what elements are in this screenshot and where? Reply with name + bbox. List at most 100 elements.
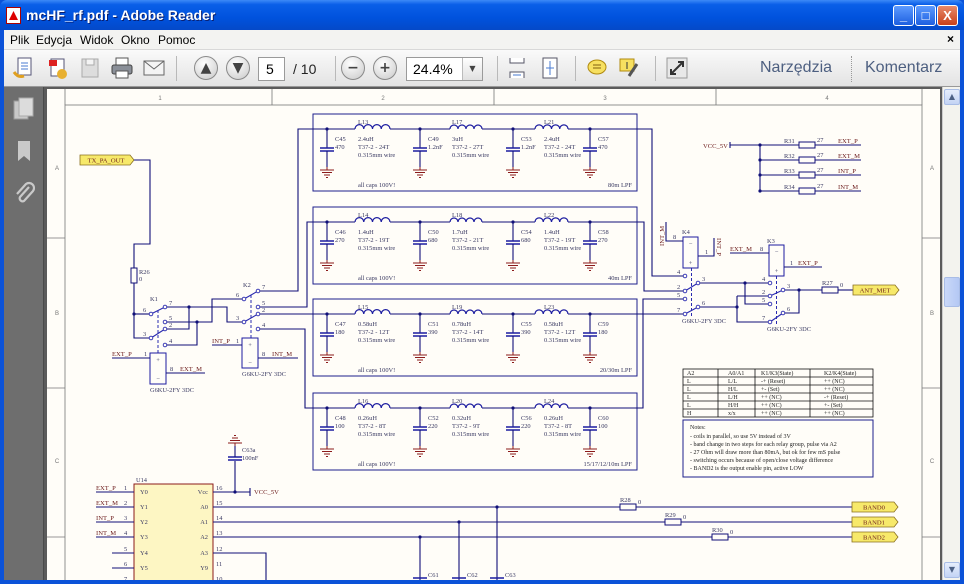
capacitor-value: 100 xyxy=(598,423,608,430)
label: 27 xyxy=(817,183,824,190)
menu-pomoc[interactable]: Pomoc xyxy=(158,33,195,47)
chevron-down-icon[interactable]: ▼ xyxy=(462,58,482,80)
filter-note: all caps 100V! xyxy=(358,182,395,189)
label: 100nF xyxy=(242,455,259,462)
comment-pane-button[interactable]: Komentarz xyxy=(865,59,942,77)
ground-symbol xyxy=(413,446,427,457)
label: 3 xyxy=(124,515,127,522)
ground-symbol xyxy=(506,167,520,178)
capacitor xyxy=(506,426,520,431)
pin-number: 4 xyxy=(169,338,173,345)
scroll-down-icon[interactable]: ▼ xyxy=(944,562,960,578)
capacitor xyxy=(228,456,242,461)
menu-plik[interactable]: Plik xyxy=(10,33,29,47)
label: 0 xyxy=(139,276,142,283)
comment-icon[interactable] xyxy=(585,56,609,80)
zoom-value: 24.4% xyxy=(413,61,453,77)
label: 6 xyxy=(124,561,127,568)
label: EXT_P xyxy=(798,260,818,267)
relay-k3 xyxy=(767,244,786,326)
window-title: mcHF_rf.pdf - Adobe Reader xyxy=(26,7,216,23)
capacitor-ref: C48 xyxy=(335,415,346,422)
create-pdf-icon[interactable] xyxy=(12,56,36,80)
zoom-out-icon[interactable]: − xyxy=(341,56,365,80)
save-icon[interactable] xyxy=(78,56,102,80)
page-up-icon[interactable]: ▲ xyxy=(194,56,218,80)
notes-title: Notes: xyxy=(690,425,706,431)
inductor-core: T37-2 - 21T xyxy=(452,237,483,244)
wire xyxy=(133,159,151,268)
table-cell: +- (Set) xyxy=(761,386,780,393)
scroll-up-icon[interactable]: ▲ xyxy=(944,89,960,105)
separator xyxy=(851,56,852,82)
page-number-input[interactable]: 5 xyxy=(258,57,285,81)
fullscreen-icon[interactable] xyxy=(665,56,689,80)
pin-number: 4 xyxy=(762,276,766,283)
email-icon[interactable] xyxy=(142,56,166,80)
highlight-icon[interactable] xyxy=(617,56,641,80)
inductor-core: T37-2 - 12T xyxy=(358,329,389,336)
maximize-button[interactable]: □ xyxy=(915,5,936,26)
close-document-button[interactable]: × xyxy=(947,32,954,46)
pin-name: A1 xyxy=(200,519,208,526)
zone-letter: C xyxy=(930,459,935,465)
inductor-value: 1.4uH xyxy=(544,229,560,236)
pages-icon[interactable] xyxy=(13,97,35,121)
inductor-core: T37-2 - 9T xyxy=(452,423,480,430)
scroll-mode-icon[interactable] xyxy=(505,56,529,80)
pin-number: 8 xyxy=(673,234,676,241)
pin-number: 5 xyxy=(169,315,172,322)
separator xyxy=(655,56,656,81)
table-cell: H xyxy=(687,411,692,417)
capacitor xyxy=(583,147,597,152)
table-header: A0/A1 xyxy=(728,371,744,377)
table-cell: H/H xyxy=(728,403,739,409)
inductor-core: T37-2 - 24T xyxy=(544,144,575,151)
capacitor-ref: C51 xyxy=(428,321,439,328)
minimize-button[interactable]: _ xyxy=(893,5,914,26)
export-icon[interactable] xyxy=(46,56,70,80)
capacitor xyxy=(413,240,427,245)
vertical-scrollbar[interactable]: ▲ ▼ xyxy=(942,87,960,580)
label: EXT_M xyxy=(730,246,752,253)
zoom-select[interactable]: 24.4% ▼ xyxy=(406,57,483,81)
bookmarks-icon[interactable] xyxy=(13,139,35,163)
filter-note: all caps 100V! xyxy=(358,275,395,282)
inductor-core: T37-2 - 8T xyxy=(358,423,386,430)
scroll-thumb[interactable] xyxy=(944,277,960,307)
tools-pane-button[interactable]: Narzędzia xyxy=(760,59,832,77)
wire xyxy=(133,283,149,339)
menu-widok[interactable]: Widok xyxy=(80,33,113,47)
attachments-icon[interactable] xyxy=(13,181,36,205)
pin-number: 1 xyxy=(705,249,708,256)
inductor-ref: L21 xyxy=(544,119,554,126)
separator xyxy=(497,56,498,81)
zoom-in-icon[interactable]: + xyxy=(373,56,397,80)
close-button[interactable]: X xyxy=(937,5,958,26)
filter-note: all caps 100V! xyxy=(358,367,395,374)
capacitor-value: 270 xyxy=(335,237,345,244)
menu-okno[interactable]: Okno xyxy=(121,33,150,47)
net-label-text: TX_PA_OUT xyxy=(88,157,125,164)
coil-sign: − xyxy=(775,249,779,256)
table-cell: ++ (NC) xyxy=(761,410,782,417)
page-down-icon[interactable]: ▼ xyxy=(226,56,250,80)
print-icon[interactable] xyxy=(110,56,134,80)
coil-sign: + xyxy=(248,342,252,349)
label: C63a xyxy=(242,447,256,454)
label: 0 xyxy=(638,499,641,506)
pin-number: 6 xyxy=(143,307,146,314)
net-label-text: BAND1 xyxy=(863,519,885,526)
menu-edycja[interactable]: Edycja xyxy=(36,33,72,47)
label: INT_P xyxy=(96,515,114,522)
label: 13 xyxy=(216,530,222,537)
fit-page-icon[interactable] xyxy=(538,56,562,80)
net-label: BAND0 xyxy=(851,501,899,513)
capacitor-value: 1.2nF xyxy=(521,144,536,151)
relay-part: G6KU-2FY 3DC xyxy=(150,387,194,394)
pin-number: 2 xyxy=(169,322,172,329)
inductor-ref: L14 xyxy=(358,212,369,219)
capacitor-value: 470 xyxy=(335,144,345,151)
navigation-panel xyxy=(4,87,44,580)
resistor xyxy=(798,156,816,164)
